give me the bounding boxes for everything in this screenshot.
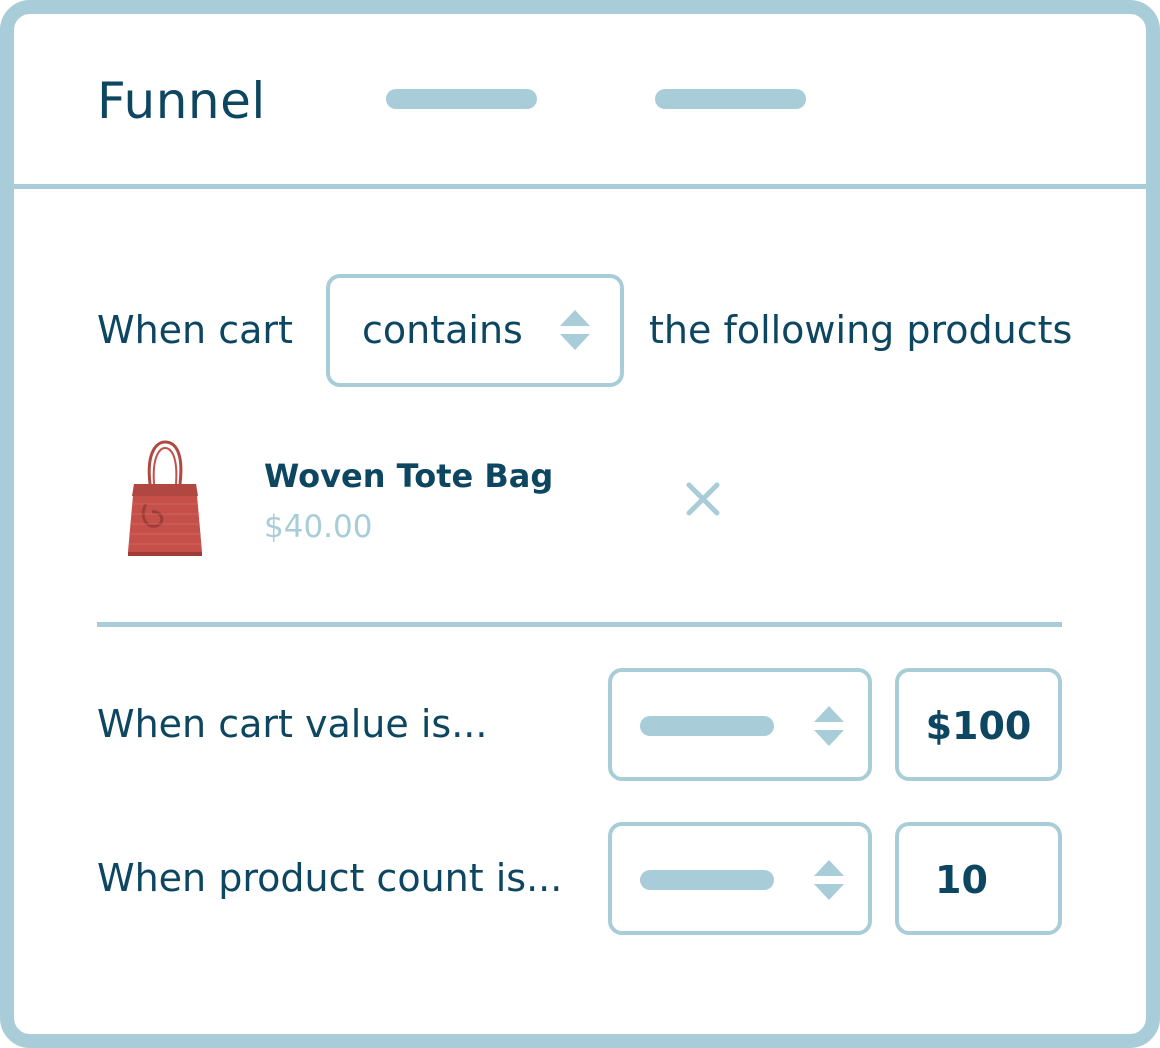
product-count-operator-select[interactable] xyxy=(608,822,872,935)
cart-value-input[interactable]: $100 xyxy=(895,668,1062,781)
product-name: Woven Tote Bag xyxy=(264,457,554,495)
tab-placeholder-2[interactable] xyxy=(655,89,806,109)
cart-value-operator-select[interactable] xyxy=(608,668,872,781)
product-count-amount: 10 xyxy=(935,858,988,902)
rule-cart-suffix-label: the following products xyxy=(649,308,1073,352)
close-icon[interactable] xyxy=(683,479,723,519)
section-divider xyxy=(97,622,1062,627)
cart-condition-selected-value: contains xyxy=(362,308,523,352)
select-placeholder-bar xyxy=(640,716,774,736)
tote-bag-image xyxy=(128,440,202,556)
cart-condition-select[interactable]: contains xyxy=(326,274,624,387)
product-count-input[interactable]: 10 xyxy=(895,822,1062,935)
page-title: Funnel xyxy=(97,72,266,130)
product-count-rule-label: When product count is... xyxy=(97,856,563,900)
up-down-arrows-icon xyxy=(814,860,844,900)
product-price: $40.00 xyxy=(264,509,373,545)
rule-cart-prefix-label: When cart xyxy=(97,308,293,352)
up-down-arrows-icon xyxy=(560,310,590,350)
select-placeholder-bar xyxy=(640,870,774,890)
up-down-arrows-icon xyxy=(814,706,844,746)
header-divider xyxy=(14,184,1146,189)
cart-value-amount: $100 xyxy=(925,704,1032,748)
cart-value-rule-label: When cart value is... xyxy=(97,702,488,746)
tab-placeholder-1[interactable] xyxy=(386,89,537,109)
